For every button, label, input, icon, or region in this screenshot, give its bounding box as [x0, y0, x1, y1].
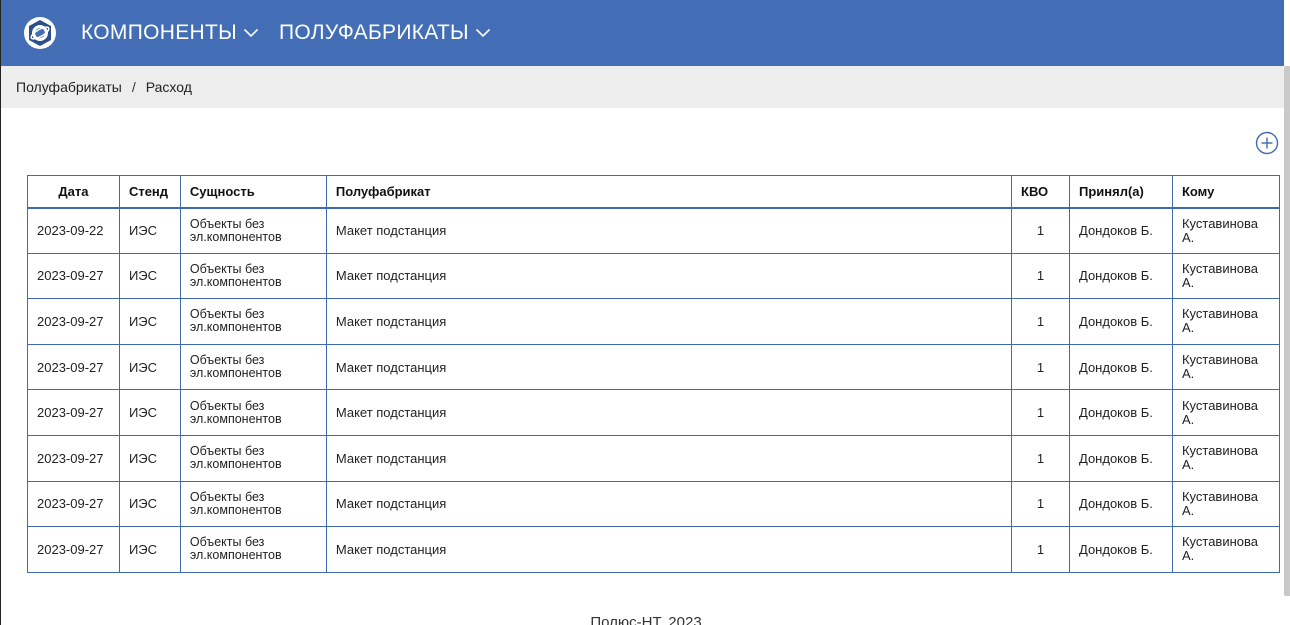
cell-recipient: Куставинова А. — [1172, 389, 1281, 436]
column-header-stand[interactable]: Стенд — [119, 175, 181, 209]
cell-date: 2023-09-27 — [27, 298, 120, 345]
cell-semifinished: Макет подстанция — [326, 298, 1013, 345]
table-row[interactable]: 2023-09-27 ИЭС Объекты без эл.компоненто… — [27, 389, 1281, 436]
breadcrumb: Полуфабрикаты / Расход — [1, 66, 1284, 108]
column-header-entity[interactable]: Сущность — [180, 175, 327, 209]
cell-received-by: Дондоков Б. — [1069, 344, 1173, 391]
column-header-date[interactable]: Дата — [27, 175, 120, 209]
column-header-semifinished[interactable]: Полуфабрикат — [326, 175, 1013, 209]
table-row[interactable]: 2023-09-27 ИЭС Объекты без эл.компоненто… — [27, 253, 1281, 300]
cell-stand: ИЭС — [119, 298, 181, 345]
expense-table: Дата Стенд Сущность Полуфабрикат КВО При… — [27, 175, 1281, 573]
cell-semifinished: Макет подстанция — [326, 389, 1013, 436]
table-row[interactable]: 2023-09-27 ИЭС Объекты без эл.компоненто… — [27, 481, 1281, 528]
column-header-recipient[interactable]: Кому — [1172, 175, 1281, 209]
cell-entity: Объекты без эл.компонентов — [180, 298, 327, 345]
cell-stand: ИЭС — [119, 253, 181, 300]
cell-recipient: Куставинова А. — [1172, 207, 1281, 254]
cell-qty: 1 — [1011, 253, 1070, 300]
cell-received-by: Дондоков Б. — [1069, 389, 1173, 436]
nav-menu-semifinished-label: ПОЛУФАБРИКАТЫ — [279, 21, 469, 44]
column-header-received-by[interactable]: Принял(а) — [1069, 175, 1173, 209]
cell-received-by: Дондоков Б. — [1069, 298, 1173, 345]
app-page: КОМПОНЕНТЫ ПОЛУФАБРИКАТЫ Полуфабрикаты /… — [0, 0, 1290, 625]
table-row[interactable]: 2023-09-27 ИЭС Объекты без эл.компоненто… — [27, 298, 1281, 345]
cell-received-by: Дондоков Б. — [1069, 481, 1173, 528]
nav-menu-components-label: КОМПОНЕНТЫ — [81, 21, 238, 44]
cell-received-by: Дондоков Б. — [1069, 526, 1173, 573]
cell-qty: 1 — [1011, 207, 1070, 254]
vertical-scrollbar[interactable] — [1284, 66, 1290, 596]
cell-entity: Объекты без эл.компонентов — [180, 344, 327, 391]
cell-entity: Объекты без эл.компонентов — [180, 207, 327, 254]
cell-stand: ИЭС — [119, 526, 181, 573]
cell-received-by: Дондоков Б. — [1069, 207, 1173, 254]
cell-recipient: Куставинова А. — [1172, 298, 1281, 345]
cell-recipient: Куставинова А. — [1172, 435, 1281, 482]
cell-semifinished: Макет подстанция — [326, 344, 1013, 391]
plus-circle-icon — [1255, 131, 1279, 155]
table-row[interactable]: 2023-09-22 ИЭС Объекты без эл.компоненто… — [27, 207, 1281, 254]
cell-entity: Объекты без эл.компонентов — [180, 481, 327, 528]
cell-qty: 1 — [1011, 435, 1070, 482]
breadcrumb-separator: / — [131, 79, 136, 95]
table-row[interactable]: 2023-09-27 ИЭС Объекты без эл.компоненто… — [27, 435, 1281, 482]
top-navbar: КОМПОНЕНТЫ ПОЛУФАБРИКАТЫ — [1, 0, 1284, 66]
cell-entity: Объекты без эл.компонентов — [180, 526, 327, 573]
cell-date: 2023-09-27 — [27, 389, 120, 436]
table-row[interactable]: 2023-09-27 ИЭС Объекты без эл.компоненто… — [27, 526, 1281, 573]
chevron-down-icon — [243, 28, 259, 38]
cell-entity: Объекты без эл.компонентов — [180, 435, 327, 482]
atom-logo-icon[interactable] — [23, 16, 57, 50]
cell-qty: 1 — [1011, 389, 1070, 436]
cell-received-by: Дондоков Б. — [1069, 435, 1173, 482]
cell-date: 2023-09-22 — [27, 207, 120, 254]
cell-stand: ИЭС — [119, 389, 181, 436]
nav-menu-semifinished[interactable]: ПОЛУФАБРИКАТЫ — [279, 21, 491, 45]
cell-semifinished: Макет подстанция — [326, 253, 1013, 300]
nav-menu-components[interactable]: КОМПОНЕНТЫ — [81, 21, 259, 45]
cell-recipient: Куставинова А. — [1172, 253, 1281, 300]
cell-semifinished: Макет подстанция — [326, 435, 1013, 482]
cell-semifinished: Макет подстанция — [326, 481, 1013, 528]
cell-semifinished: Макет подстанция — [326, 207, 1013, 254]
cell-date: 2023-09-27 — [27, 435, 120, 482]
cell-entity: Объекты без эл.компонентов — [180, 253, 327, 300]
breadcrumb-item-semifinished[interactable]: Полуфабрикаты — [16, 79, 122, 95]
column-header-qty[interactable]: КВО — [1011, 175, 1070, 209]
table-header-row: Дата Стенд Сущность Полуфабрикат КВО При… — [27, 175, 1281, 209]
cell-recipient: Куставинова А. — [1172, 526, 1281, 573]
cell-received-by: Дондоков Б. — [1069, 253, 1173, 300]
cell-semifinished: Макет подстанция — [326, 526, 1013, 573]
breadcrumb-item-expense: Расход — [145, 79, 192, 95]
cell-date: 2023-09-27 — [27, 253, 120, 300]
cell-qty: 1 — [1011, 526, 1070, 573]
cell-qty: 1 — [1011, 481, 1070, 528]
cell-qty: 1 — [1011, 298, 1070, 345]
page-footer: Полюс-НТ, 2023 — [590, 614, 702, 625]
cell-qty: 1 — [1011, 344, 1070, 391]
table-row[interactable]: 2023-09-27 ИЭС Объекты без эл.компоненто… — [27, 344, 1281, 391]
cell-stand: ИЭС — [119, 207, 181, 254]
cell-date: 2023-09-27 — [27, 526, 120, 573]
cell-stand: ИЭС — [119, 344, 181, 391]
chevron-down-icon — [475, 28, 491, 38]
cell-date: 2023-09-27 — [27, 344, 120, 391]
cell-entity: Объекты без эл.компонентов — [180, 389, 327, 436]
cell-date: 2023-09-27 — [27, 481, 120, 528]
cell-stand: ИЭС — [119, 481, 181, 528]
cell-recipient: Куставинова А. — [1172, 481, 1281, 528]
cell-recipient: Куставинова А. — [1172, 344, 1281, 391]
cell-stand: ИЭС — [119, 435, 181, 482]
add-record-button[interactable] — [1255, 131, 1279, 155]
